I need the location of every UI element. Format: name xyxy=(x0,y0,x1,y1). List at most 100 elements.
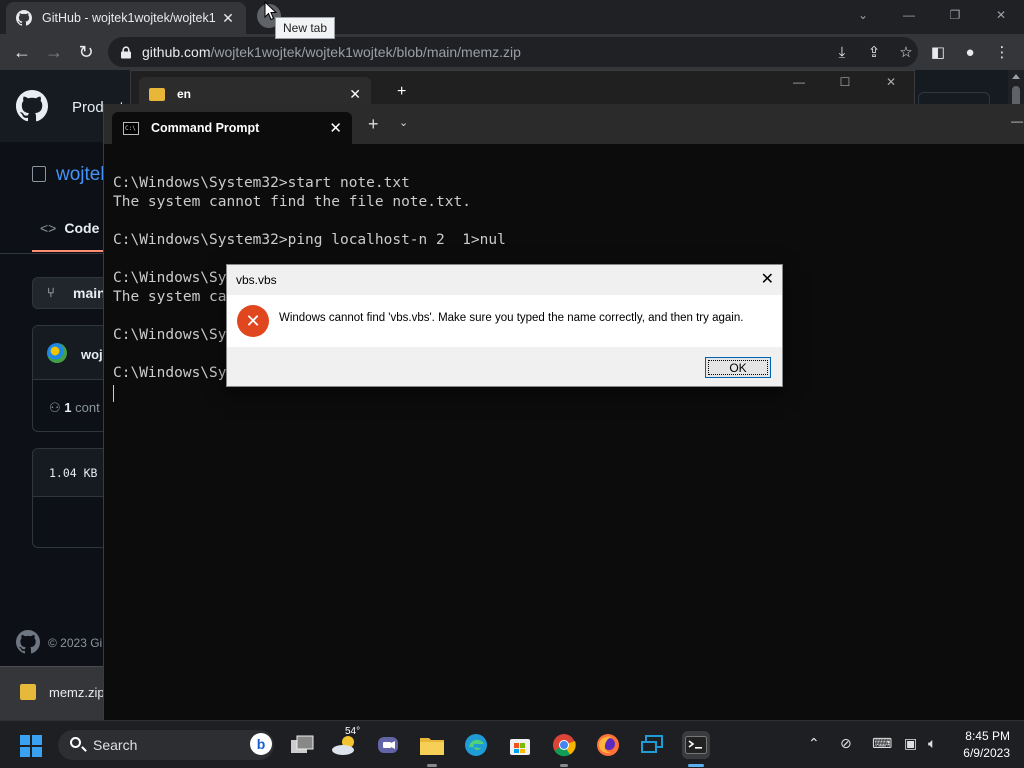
error-dialog: vbs.vbs ✕ ✕ Windows cannot find 'vbs.vbs… xyxy=(226,264,783,387)
weather-temperature: 54° xyxy=(345,726,361,737)
taskbar-search[interactable]: Search b xyxy=(58,730,274,760)
profile-icon[interactable]: ● xyxy=(954,36,986,68)
new-tab-plus-icon[interactable]: + xyxy=(368,114,379,135)
github-favicon-icon xyxy=(16,10,32,26)
windows-start-icon[interactable] xyxy=(20,735,43,757)
branch-label: main xyxy=(73,285,106,301)
terminal-line: C:\Windows\System32>ping localhost-n 2 1… xyxy=(113,232,506,248)
url-host: github.com xyxy=(142,44,211,60)
firefox-icon[interactable] xyxy=(594,731,622,759)
dialog-message: Windows cannot find 'vbs.vbs'. Make sure… xyxy=(279,312,744,324)
folder-icon xyxy=(149,87,165,101)
microsoft-store-icon[interactable] xyxy=(506,731,534,759)
display-icon[interactable]: ▣ xyxy=(904,735,917,752)
search-label: Search xyxy=(93,737,138,753)
bing-icon[interactable]: b xyxy=(250,733,272,755)
browser-toolbar: ← → ↻ github.com/wojtek1wojtek/wojtek1wo… xyxy=(0,34,1024,70)
side-panel-icon[interactable]: ◧ xyxy=(922,36,954,68)
terminal-icon[interactable] xyxy=(682,731,710,759)
contributors-count: 1 xyxy=(64,400,72,415)
search-icon xyxy=(70,737,81,748)
github-footer-logo-icon[interactable] xyxy=(16,630,40,654)
install-app-icon[interactable]: ⤓ xyxy=(826,36,858,68)
chrome-icon[interactable] xyxy=(550,731,578,759)
close-icon[interactable]: ✕ xyxy=(761,269,774,289)
zip-file-icon xyxy=(20,684,36,700)
active-tab-indicator xyxy=(32,250,104,252)
text-cursor xyxy=(113,385,114,402)
code-icon: <> xyxy=(40,220,57,236)
dialog-body: ✕ Windows cannot find 'vbs.vbs'. Make su… xyxy=(227,295,782,347)
explorer-tab-label: en xyxy=(177,87,192,101)
maximize-icon[interactable]: ☐ xyxy=(822,75,868,89)
active-indicator xyxy=(688,764,704,767)
owner-name[interactable]: woj xyxy=(81,347,103,362)
close-tab-icon[interactable]: ✕ xyxy=(220,10,236,27)
error-icon: ✕ xyxy=(237,305,269,337)
minimize-icon[interactable]: — xyxy=(776,75,822,89)
forward-arrow-icon[interactable]: → xyxy=(38,36,70,68)
close-tab-icon[interactable]: ✕ xyxy=(329,119,342,137)
ok-button[interactable]: OK xyxy=(705,357,771,378)
menu-kebab-icon[interactable]: ⋮ xyxy=(986,36,1018,68)
chevron-up-icon[interactable]: ⌃ xyxy=(808,735,820,752)
mouse-pointer-icon xyxy=(264,1,278,21)
download-item[interactable]: memz.zip xyxy=(49,685,105,700)
bookmark-star-icon[interactable]: ☆ xyxy=(890,36,922,68)
minimize-icon[interactable]: — xyxy=(1011,114,1024,128)
running-indicator xyxy=(427,764,437,767)
terminal-line: The system cannot find the file note.txt… xyxy=(113,194,471,210)
terminal-tab[interactable]: C:\ Command Prompt ✕ xyxy=(112,112,352,144)
branch-icon: ⑂ xyxy=(47,285,55,300)
close-window-icon[interactable]: ✕ xyxy=(868,75,914,89)
share-icon[interactable]: ⇪ xyxy=(858,36,890,68)
restore-icon[interactable]: ❐ xyxy=(932,0,978,30)
browser-tab-github[interactable]: GitHub - wojtek1wojtek/wojtek1 ✕ xyxy=(6,2,246,34)
file-explorer-icon[interactable] xyxy=(418,731,446,759)
terminal-title-bar: C:\ Command Prompt ✕ + ⌄ — xyxy=(104,104,1024,144)
running-indicator xyxy=(560,764,568,767)
volume-icon[interactable]: 🔈︎ xyxy=(928,735,936,752)
close-window-icon[interactable]: ✕ xyxy=(978,0,1024,30)
repo-name-link[interactable]: wojtek xyxy=(56,164,110,186)
new-tab-plus-icon[interactable]: + xyxy=(397,83,406,101)
explorer-window-controls: — ☐ ✕ xyxy=(776,75,914,89)
scroll-up-icon[interactable] xyxy=(1012,74,1020,79)
terminal-line: C:\Windows\System32>start note.txt xyxy=(113,175,410,191)
teams-chat-icon[interactable] xyxy=(374,731,402,759)
no-internet-icon[interactable]: ⊘ xyxy=(840,735,852,752)
url-path: /wojtek1wojtek/wojtek1wojtek/blob/main/m… xyxy=(210,44,521,60)
new-tab-tooltip: New tab xyxy=(275,17,336,39)
remote-desktop-icon[interactable] xyxy=(638,731,666,759)
close-tab-icon[interactable]: ✕ xyxy=(349,86,361,103)
command-prompt-window: C:\ Command Prompt ✕ + ⌄ — C:\Windows\Sy… xyxy=(103,104,1024,720)
terminal-tab-label: Command Prompt xyxy=(151,121,260,135)
task-view-icon[interactable] xyxy=(288,731,316,759)
edge-icon[interactable] xyxy=(462,731,490,759)
contributors-label: cont xyxy=(75,400,100,415)
keyboard-icon[interactable]: ⌨ xyxy=(872,735,892,752)
browser-tab-bar: GitHub - wojtek1wojtek/wojtek1 ✕ ⌄ — ❐ ✕ xyxy=(0,0,1024,34)
github-logo-icon[interactable] xyxy=(16,90,48,122)
dialog-title: vbs.vbs xyxy=(236,273,277,287)
tab-search-icon[interactable]: ⌄ xyxy=(840,0,886,30)
avatar[interactable] xyxy=(47,343,67,363)
clock-date[interactable]: 6/9/2023 xyxy=(954,746,1010,760)
contributors-link[interactable]: ⚇ 1 cont xyxy=(49,400,100,416)
clock-time[interactable]: 8:45 PM xyxy=(964,729,1010,743)
minimize-icon[interactable]: — xyxy=(886,0,932,30)
cmd-icon: C:\ xyxy=(123,121,139,135)
tab-code[interactable]: <> Code xyxy=(40,220,99,236)
repo-icon xyxy=(32,166,46,182)
browser-window-controls: ⌄ — ❐ ✕ xyxy=(840,0,1024,30)
footer-copyright: © 2023 Gi xyxy=(48,636,103,650)
taskbar: Search b 54° ⌃ ⊘ ⌨ ▣ 🔈︎ 8:45 PM 6/9/2023 xyxy=(0,720,1024,768)
back-arrow-icon[interactable]: ← xyxy=(6,36,38,68)
lock-icon xyxy=(121,45,131,58)
chevron-down-icon[interactable]: ⌄ xyxy=(399,116,408,129)
browser-tab-title: GitHub - wojtek1wojtek/wojtek1 xyxy=(42,11,216,25)
file-size: 1.04 KB xyxy=(49,466,98,480)
tab-code-label: Code xyxy=(64,220,100,236)
reload-icon[interactable]: ↻ xyxy=(70,36,102,68)
address-bar[interactable]: github.com/wojtek1wojtek/wojtek1wojtek/b… xyxy=(108,37,918,67)
